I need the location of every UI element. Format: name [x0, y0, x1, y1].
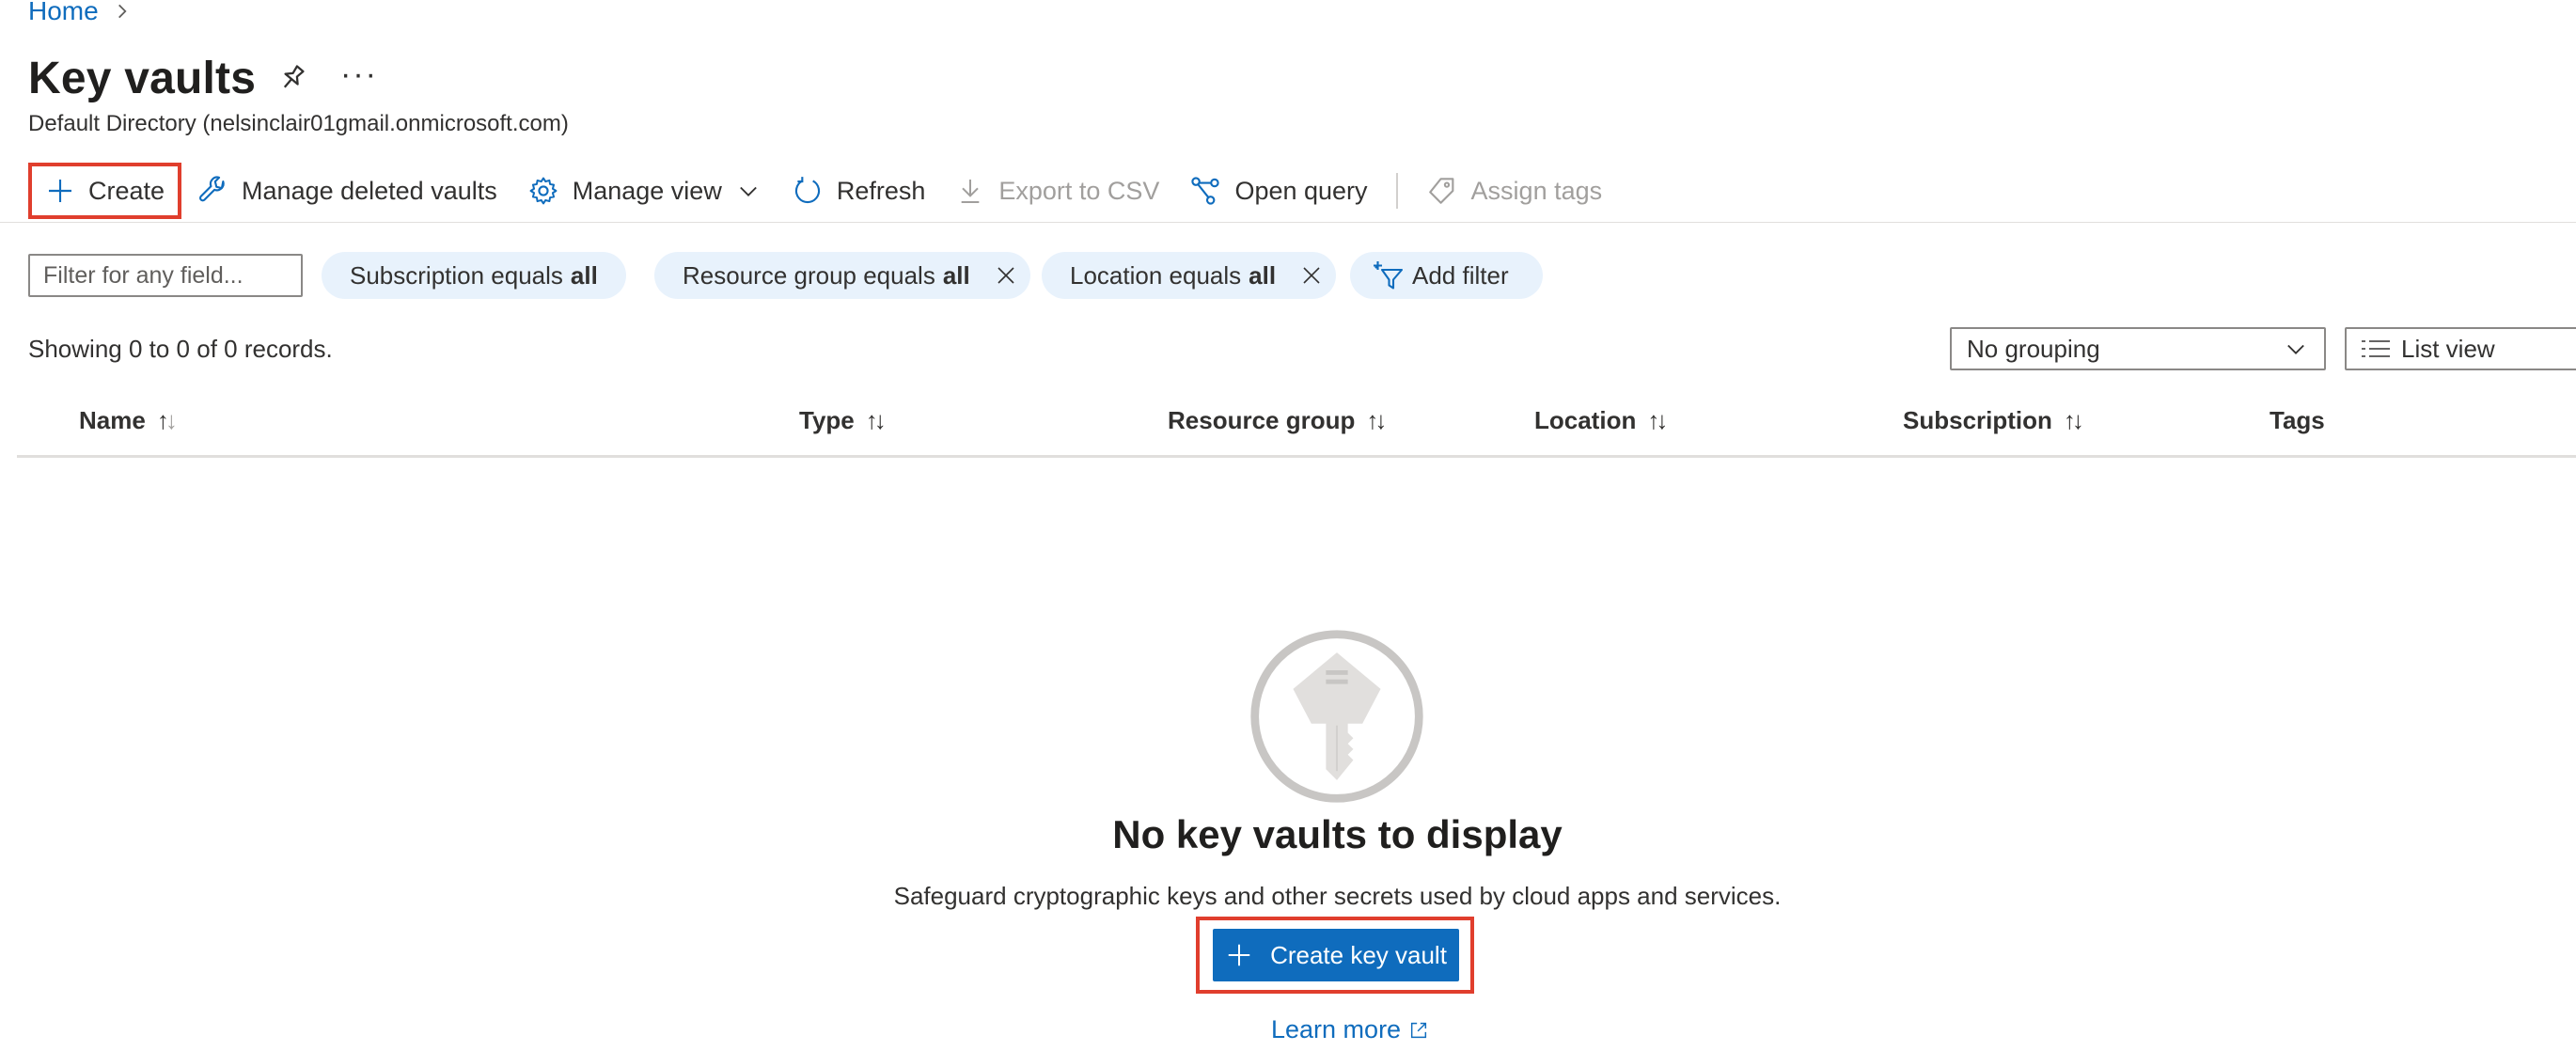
resource-group-filter-value: all	[942, 260, 970, 290]
subscription-filter-value: all	[570, 260, 598, 290]
column-header-type[interactable]: Type ↑↓	[799, 406, 887, 435]
create-button[interactable]: Create	[28, 163, 182, 219]
manage-view-button[interactable]: Manage view	[512, 163, 777, 219]
sort-icon: ↑↓	[1366, 406, 1387, 434]
open-query-button[interactable]: Open query	[1174, 163, 1382, 219]
column-header-resource-group[interactable]: Resource group ↑↓	[1168, 406, 1387, 435]
location-filter-pill[interactable]: Location equals all	[1042, 252, 1337, 299]
add-filter-icon	[1374, 261, 1404, 290]
refresh-icon	[794, 177, 820, 204]
filter-input[interactable]	[28, 254, 303, 297]
refresh-label: Refresh	[836, 176, 926, 205]
add-filter-label: Add filter	[1412, 260, 1509, 290]
chevron-right-icon	[118, 4, 127, 19]
tag-icon	[1428, 178, 1453, 204]
export-csv-button[interactable]: Export to CSV	[940, 163, 1174, 219]
create-button-label: Create	[88, 176, 165, 205]
assign-tags-label: Assign tags	[1470, 176, 1603, 205]
create-key-vault-button[interactable]: Create key vault	[1213, 929, 1459, 981]
view-dropdown[interactable]: List view	[2345, 327, 2576, 370]
sort-icon: ↑↓	[156, 406, 178, 434]
column-header-location-label: Location	[1534, 406, 1637, 434]
resource-group-filter-label: Resource group equals	[683, 260, 935, 290]
chevron-down-icon	[740, 186, 757, 196]
open-query-label: Open query	[1234, 176, 1368, 205]
sort-icon: ↑↓	[865, 406, 887, 434]
plus-icon	[49, 180, 71, 202]
table-header-divider	[17, 455, 2576, 458]
more-options-button[interactable]: ···	[340, 56, 378, 93]
column-header-type-label: Type	[799, 406, 855, 434]
column-header-subscription-label: Subscription	[1903, 406, 2052, 434]
command-bar: Create Manage deleted vaults Manage view…	[28, 162, 2576, 220]
grouping-dropdown[interactable]: No grouping	[1950, 327, 2326, 370]
breadcrumb-home-link[interactable]: Home	[28, 0, 99, 26]
refresh-button[interactable]: Refresh	[777, 163, 941, 219]
export-csv-label: Export to CSV	[998, 176, 1160, 205]
column-header-location[interactable]: Location ↑↓	[1534, 406, 1668, 435]
wrench-icon	[199, 176, 225, 202]
column-header-tags: Tags	[2270, 406, 2325, 435]
sort-icon: ↑↓	[2063, 406, 2084, 434]
manage-deleted-vaults-label: Manage deleted vaults	[242, 176, 497, 205]
page-title: Key vaults	[28, 54, 257, 103]
key-icon	[1250, 630, 1423, 803]
download-icon	[962, 180, 980, 203]
column-header-name-label: Name	[79, 406, 146, 434]
sort-icon: ↑↓	[1647, 406, 1668, 434]
subscription-filter-label: Subscription equals	[350, 260, 563, 290]
pin-icon[interactable]	[276, 62, 308, 94]
list-view-icon	[2362, 340, 2390, 357]
query-icon	[1191, 177, 1220, 205]
column-header-subscription[interactable]: Subscription ↑↓	[1903, 406, 2084, 435]
gear-icon	[529, 177, 558, 205]
column-header-tags-label: Tags	[2270, 406, 2325, 434]
view-selected: List view	[2401, 334, 2495, 363]
toolbar-divider-line	[0, 222, 2576, 223]
location-filter-value: all	[1249, 260, 1277, 290]
records-count: Showing 0 to 0 of 0 records.	[28, 335, 333, 363]
subscription-filter-pill[interactable]: Subscription equals all	[322, 252, 626, 299]
assign-tags-button[interactable]: Assign tags	[1411, 163, 1618, 219]
location-filter-label: Location equals	[1070, 260, 1242, 290]
breadcrumb: Home	[28, 0, 133, 26]
close-icon[interactable]	[995, 264, 1017, 287]
page-subtitle: Default Directory (nelsinclair01gmail.on…	[28, 111, 569, 136]
column-header-resource-group-label: Resource group	[1168, 406, 1356, 434]
manage-view-label: Manage view	[572, 176, 722, 205]
create-key-vault-label: Create key vault	[1270, 940, 1447, 969]
chevron-down-icon	[2287, 344, 2304, 354]
resource-group-filter-pill[interactable]: Resource group equals all	[654, 252, 1030, 299]
toolbar-divider	[1395, 173, 1398, 209]
learn-more-label: Learn more	[1271, 1015, 1402, 1043]
learn-more-link[interactable]: Learn more	[1271, 1015, 1429, 1044]
add-filter-button[interactable]: Add filter	[1350, 252, 1543, 299]
close-icon[interactable]	[1300, 264, 1323, 287]
plus-icon	[1228, 944, 1250, 966]
external-link-icon	[1411, 1022, 1427, 1038]
empty-state-description: Safeguard cryptographic keys and other s…	[893, 882, 1782, 910]
manage-deleted-vaults-button[interactable]: Manage deleted vaults	[181, 163, 512, 219]
grouping-selected: No grouping	[1967, 334, 2100, 363]
column-header-name[interactable]: Name ↑↓	[79, 406, 178, 435]
empty-state-title: No key vaults to display	[1112, 812, 1563, 856]
